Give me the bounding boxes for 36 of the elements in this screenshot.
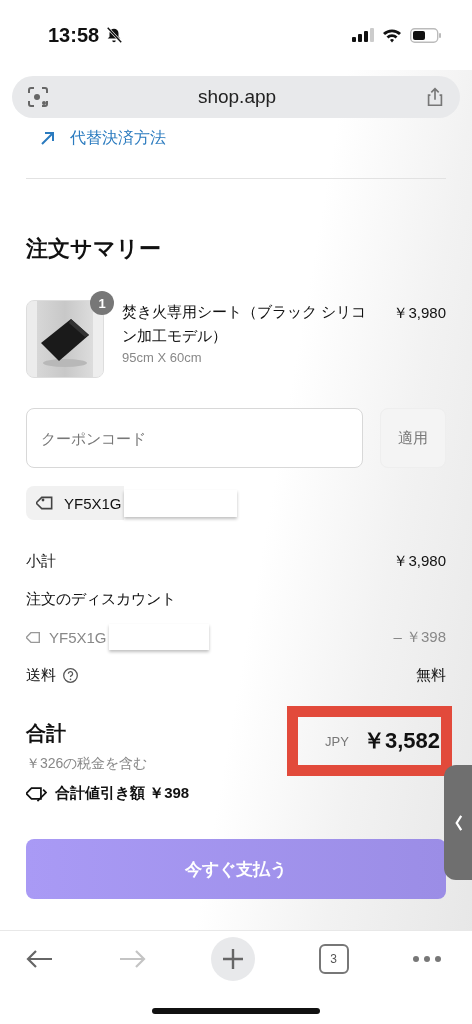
battery-icon <box>410 27 442 43</box>
apply-button[interactable]: 適用 <box>380 408 446 468</box>
new-tab-button[interactable] <box>211 937 255 981</box>
chevron-left-icon <box>453 812 463 833</box>
clock-time: 13:58 <box>48 23 100 47</box>
help-icon[interactable] <box>62 666 79 684</box>
line-value: – ￥398 <box>393 627 446 647</box>
line-value: ￥3,980 <box>393 551 446 571</box>
quantity-badge: 1 <box>90 291 114 315</box>
coupon-chip[interactable]: YF5X1G <box>26 486 124 520</box>
tags-icon <box>26 784 47 803</box>
tab-count-button[interactable]: 3 <box>318 944 349 974</box>
product-price: ￥3,980 <box>393 304 446 323</box>
line-value: 無料 <box>416 665 446 685</box>
line-label: 注文のディスカウント <box>26 589 176 609</box>
wifi-icon <box>382 27 402 43</box>
alternative-payment-link[interactable]: 代替決済方法 <box>26 126 446 150</box>
line-label: 送料 <box>26 665 56 685</box>
total-savings: 合計値引き額 ￥398 <box>55 784 190 803</box>
product-variant: 95cm X 60cm <box>122 350 203 365</box>
total-label: 合計 <box>26 721 67 746</box>
plus-icon <box>221 947 245 971</box>
tax-note: ￥326の税金を含む <box>26 755 148 773</box>
camera-search-icon[interactable] <box>26 85 50 109</box>
more-icon[interactable] <box>412 955 442 963</box>
section-heading: 注文サマリー <box>26 235 162 263</box>
product-name: 焚き火専用シート（ブラック シリコン加工モデル） <box>122 302 368 346</box>
url-text: shop.app <box>196 86 278 108</box>
currency-code: JPY <box>325 733 349 749</box>
line-label: 小計 <box>26 551 56 571</box>
signal-icon <box>352 28 374 42</box>
total-amount: ￥3,582 <box>362 727 440 755</box>
discount-code: YF5X1G <box>49 628 107 646</box>
address-bar[interactable]: shop.app <box>12 76 460 118</box>
side-handle[interactable] <box>444 765 472 880</box>
coupon-code-field[interactable]: クーポンコード <box>26 408 363 468</box>
